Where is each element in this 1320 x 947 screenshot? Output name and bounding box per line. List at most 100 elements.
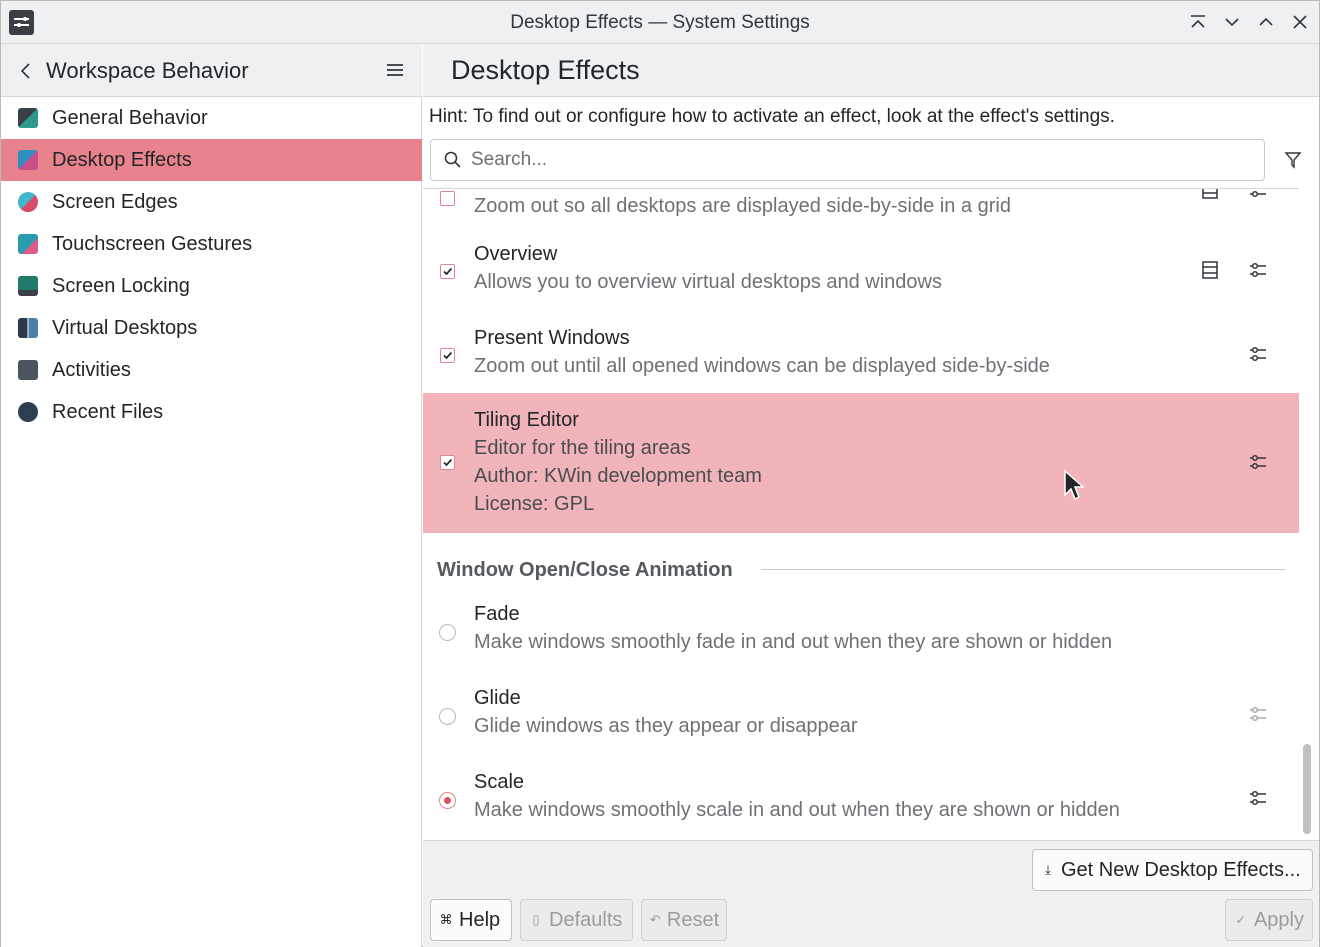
help-label: Help bbox=[459, 908, 501, 931]
hamburger-menu-icon[interactable] bbox=[384, 59, 406, 81]
animation-row-fade[interactable]: Fade Make windows smoothly fade in and o… bbox=[423, 603, 1299, 687]
effect-description: Make windows smoothly fade in and out wh… bbox=[474, 631, 1113, 653]
activities-icon bbox=[18, 360, 38, 380]
effects-list[interactable]: Zoom out so all desktops are displayed s… bbox=[423, 188, 1299, 840]
animation-row-scale[interactable]: Scale Make windows smoothly scale in and… bbox=[423, 771, 1299, 840]
title-bar[interactable]: Desktop Effects — System Settings bbox=[1, 1, 1319, 44]
search-input[interactable] bbox=[471, 148, 1251, 172]
close-icon[interactable] bbox=[1287, 9, 1313, 35]
effect-row[interactable]: Zoom out so all desktops are displayed s… bbox=[423, 188, 1299, 243]
configure-icon[interactable] bbox=[1247, 259, 1269, 281]
get-new-effects-button[interactable]: ⤓ Get New Desktop Effects... bbox=[1032, 849, 1313, 891]
sidebar-item-label: Activities bbox=[52, 359, 131, 381]
mouse-cursor-icon bbox=[1064, 469, 1085, 501]
main-panel: Desktop Effects Hint: To find out or con… bbox=[423, 44, 1319, 947]
back-arrow-icon[interactable] bbox=[15, 60, 37, 82]
search-icon bbox=[444, 151, 461, 168]
sidebar-item-screen-edges[interactable]: Screen Edges bbox=[1, 181, 422, 223]
effect-row-overview[interactable]: Overview Allows you to overview virtual … bbox=[423, 243, 1299, 327]
configure-icon[interactable] bbox=[1247, 343, 1269, 365]
checkmark-icon: ✓ bbox=[1235, 912, 1247, 927]
defaults-button[interactable]: ▯ Defaults bbox=[520, 899, 633, 941]
effect-author: Author: KWin development team bbox=[474, 465, 762, 487]
system-settings-window: Desktop Effects — System Settings Worksp… bbox=[0, 0, 1320, 947]
effect-description: Allows you to overview virtual desktops … bbox=[474, 271, 942, 293]
minimize-icon[interactable] bbox=[1219, 9, 1245, 35]
sidebar-item-activities[interactable]: Activities bbox=[1, 349, 422, 391]
configure-icon[interactable] bbox=[1247, 451, 1269, 473]
effect-checkbox[interactable] bbox=[440, 191, 455, 206]
effect-name: Tiling Editor bbox=[474, 409, 579, 431]
sidebar-item-virtual-desktops[interactable]: Virtual Desktops bbox=[1, 307, 422, 349]
effect-license: License: GPL bbox=[474, 493, 595, 515]
window-title: Desktop Effects — System Settings bbox=[510, 12, 810, 33]
effect-description: Glide windows as they appear or disappea… bbox=[474, 715, 858, 737]
apply-button[interactable]: ✓ Apply bbox=[1225, 899, 1313, 941]
effect-name: Overview bbox=[474, 243, 558, 265]
sidebar-item-label: Touchscreen Gestures bbox=[52, 233, 253, 255]
effect-checkbox[interactable] bbox=[440, 264, 455, 279]
configure-icon[interactable] bbox=[1247, 188, 1269, 201]
effect-description: Make windows smoothly scale in and out w… bbox=[474, 799, 1120, 821]
effect-name: Scale bbox=[474, 771, 525, 793]
screen-edges-icon bbox=[18, 192, 38, 212]
sidebar-item-touchscreen-gestures[interactable]: Touchscreen Gestures bbox=[1, 223, 422, 265]
defaults-label: Defaults bbox=[549, 908, 623, 931]
effect-description: Zoom out so all desktops are displayed s… bbox=[474, 195, 1011, 217]
get-new-effects-label: Get New Desktop Effects... bbox=[1061, 858, 1301, 881]
filter-icon[interactable] bbox=[1283, 150, 1303, 170]
sidebar-item-label: Recent Files bbox=[52, 401, 164, 423]
effect-checkbox[interactable] bbox=[440, 455, 455, 470]
sidebar-item-label: Screen Locking bbox=[52, 275, 190, 297]
virtual-desktops-icon bbox=[18, 318, 38, 338]
section-header: Window Open/Close Animation bbox=[437, 559, 733, 581]
sidebar-item-general-behavior[interactable]: General Behavior bbox=[1, 97, 422, 139]
hint-text: Hint: To find out or configure how to ac… bbox=[429, 106, 1115, 127]
video-icon[interactable] bbox=[1199, 259, 1221, 281]
sidebar-item-screen-locking[interactable]: Screen Locking bbox=[1, 265, 422, 307]
effect-radio[interactable] bbox=[439, 708, 456, 725]
main-header: Desktop Effects bbox=[423, 44, 1319, 97]
configure-icon[interactable] bbox=[1247, 703, 1269, 725]
effect-name: Present Windows bbox=[474, 327, 630, 349]
sidebar-item-desktop-effects[interactable]: Desktop Effects bbox=[1, 139, 422, 181]
touchscreen-gestures-icon bbox=[18, 234, 38, 254]
screen-locking-icon bbox=[18, 276, 38, 296]
effect-radio[interactable] bbox=[439, 624, 456, 641]
apply-label: Apply bbox=[1253, 908, 1304, 931]
animation-row-glide[interactable]: Glide Glide windows as they appear or di… bbox=[423, 687, 1299, 771]
reset-button[interactable]: ↶ Reset bbox=[641, 899, 727, 941]
recent-files-icon bbox=[18, 402, 38, 422]
search-field[interactable] bbox=[430, 139, 1265, 181]
sidebar-title[interactable]: Workspace Behavior bbox=[46, 58, 249, 84]
undo-icon: ↶ bbox=[650, 912, 661, 927]
sidebar-item-label: General Behavior bbox=[52, 107, 208, 129]
sidebar: Workspace Behavior General Behavior Desk… bbox=[1, 44, 422, 947]
sidebar-item-label: Desktop Effects bbox=[52, 149, 192, 171]
sidebar-item-label: Screen Edges bbox=[52, 191, 178, 213]
help-button[interactable]: ⌘ Help bbox=[430, 899, 512, 941]
reset-label: Reset bbox=[666, 908, 720, 931]
effect-radio[interactable] bbox=[439, 792, 456, 809]
general-behavior-icon bbox=[18, 108, 38, 128]
effect-checkbox[interactable] bbox=[440, 348, 455, 363]
effect-description: Zoom out until all opened windows can be… bbox=[474, 355, 1050, 377]
scrollbar-thumb[interactable] bbox=[1303, 744, 1311, 834]
desktop-effects-icon bbox=[18, 150, 38, 170]
sidebar-item-recent-files[interactable]: Recent Files bbox=[1, 391, 422, 433]
download-icon: ⤓ bbox=[1045, 862, 1051, 877]
sidebar-header: Workspace Behavior bbox=[1, 44, 422, 97]
configure-icon[interactable] bbox=[1247, 787, 1269, 809]
effect-name: Glide bbox=[474, 687, 521, 709]
effect-description: Editor for the tiling areas bbox=[474, 437, 691, 459]
page-title: Desktop Effects bbox=[451, 55, 640, 85]
effect-name: Fade bbox=[474, 603, 520, 625]
maximize-icon[interactable] bbox=[1253, 9, 1279, 35]
document-icon: ▯ bbox=[532, 912, 540, 927]
video-icon[interactable] bbox=[1199, 188, 1221, 201]
keep-above-icon[interactable] bbox=[1185, 9, 1211, 35]
section-divider bbox=[761, 569, 1285, 570]
effect-row-tiling-editor[interactable]: Tiling Editor Editor for the tiling area… bbox=[423, 393, 1299, 533]
help-icon: ⌘ bbox=[439, 912, 453, 927]
footer: ⤓ Get New Desktop Effects... ⌘ Help ▯ De… bbox=[423, 840, 1319, 947]
